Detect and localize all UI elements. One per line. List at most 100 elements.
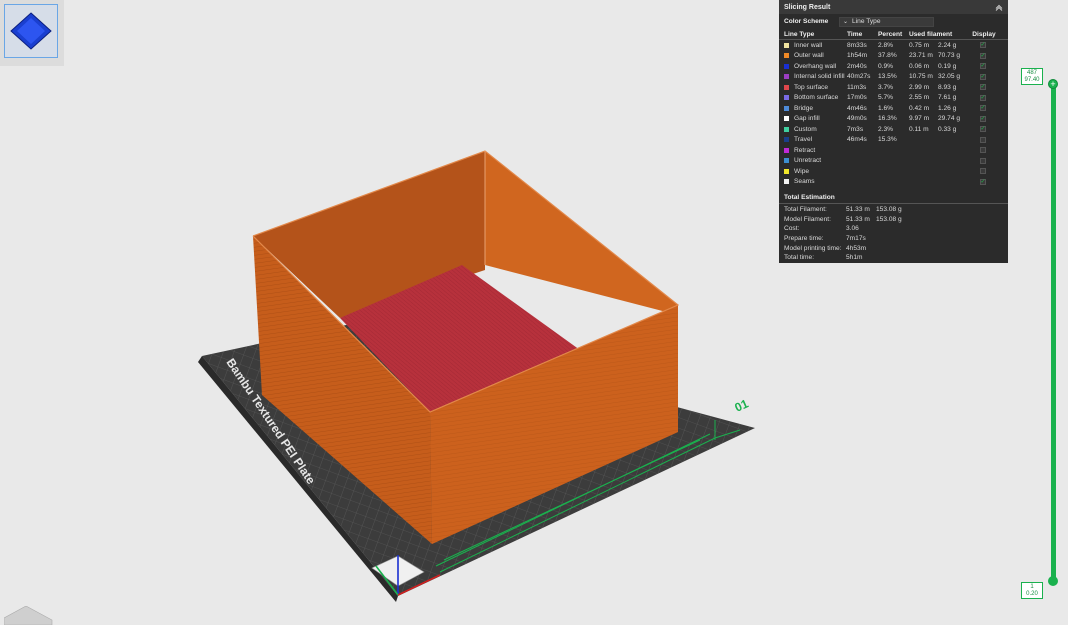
length-cell: 0.11 m xyxy=(909,125,929,133)
color-scheme-select[interactable]: ⌄ Line Type xyxy=(839,16,934,27)
line-type-row: Retract xyxy=(779,145,1008,156)
col-used-filament: Used filament xyxy=(909,30,953,38)
length-cell: 10.75 m xyxy=(909,73,933,81)
line-type-row: Overhang wall 2m40s 0.9% 0.06 m 0.19 g ✓ xyxy=(779,61,1008,72)
time-cell: 49m0s xyxy=(847,115,867,123)
display-checkbox[interactable] xyxy=(980,136,986,143)
line-type-cell: Travel xyxy=(784,136,847,143)
top-layer-number: 487 xyxy=(1026,70,1037,76)
display-checkbox[interactable]: ✓ xyxy=(980,178,986,185)
display-checkbox[interactable]: ✓ xyxy=(980,63,986,70)
line-type-name: Bridge xyxy=(794,104,814,112)
length-cell: 2.55 m xyxy=(909,94,930,102)
top-layer-handle[interactable]: + xyxy=(1048,79,1058,89)
top-layer-height: 97.40 xyxy=(1024,77,1040,83)
line-type-name: Top surface xyxy=(794,83,829,91)
weight-cell: 29.74 g xyxy=(938,115,960,123)
total-row: Total time: 5h1m xyxy=(779,253,1008,263)
display-checkbox[interactable] xyxy=(980,168,986,175)
layer-slider-track[interactable] xyxy=(1051,84,1056,581)
display-checkbox[interactable]: ✓ xyxy=(980,52,986,59)
line-type-cell: Custom xyxy=(784,126,847,133)
total-label: Total Filament: xyxy=(784,206,827,214)
line-type-cell: Internal solid infill xyxy=(784,73,847,80)
display-checkbox[interactable]: ✓ xyxy=(980,94,986,101)
display-cell xyxy=(968,147,998,154)
display-checkbox[interactable]: ✓ xyxy=(980,126,986,133)
collapse-icon[interactable] xyxy=(994,3,1003,12)
bottom-layer-number: 1 xyxy=(1030,584,1034,590)
line-type-row: Bridge 4m46s 1.6% 0.42 m 1.26 g ✓ xyxy=(779,103,1008,114)
line-type-cell: Retract xyxy=(784,147,847,154)
time-cell: 8m33s xyxy=(847,41,867,49)
total-value-2: 153.08 g xyxy=(876,206,902,214)
line-type-swatch xyxy=(784,137,789,143)
time-cell: 4m46s xyxy=(847,104,867,112)
line-type-swatch xyxy=(784,63,789,69)
line-type-name: Wipe xyxy=(794,167,810,175)
percent-cell: 1.6% xyxy=(878,104,894,112)
bottom-layer-handle[interactable] xyxy=(1048,576,1058,586)
total-estimation-rows: Total Filament: 51.33 m 153.08 g Model Fila… xyxy=(779,204,1008,263)
weight-cell: 70.73 g xyxy=(938,52,960,60)
percent-cell: 16.3% xyxy=(878,115,897,123)
display-checkbox[interactable] xyxy=(980,147,986,154)
display-cell: ✓ xyxy=(968,63,998,70)
view-cube-icon[interactable] xyxy=(4,606,54,625)
display-checkbox[interactable]: ✓ xyxy=(980,105,986,112)
display-checkbox[interactable] xyxy=(980,157,986,164)
weight-cell: 32.05 g xyxy=(938,73,960,81)
line-type-row: Wipe xyxy=(779,166,1008,177)
line-type-swatch xyxy=(784,158,789,164)
percent-cell: 13.5% xyxy=(878,73,897,81)
line-type-row: Unretract xyxy=(779,156,1008,167)
line-type-cell: Seams xyxy=(784,178,847,185)
percent-cell: 37.8% xyxy=(878,52,897,60)
line-type-rows: Inner wall 8m33s 2.8% 0.75 m 2.24 g ✓ Outer wa… xyxy=(779,40,1008,187)
display-cell xyxy=(968,136,998,143)
total-value-1: 51.33 m xyxy=(846,215,870,223)
display-checkbox[interactable]: ✓ xyxy=(980,42,986,49)
time-cell: 40m27s xyxy=(847,73,871,81)
total-value-1: 7m17s xyxy=(846,235,866,243)
line-type-cell: Overhang wall xyxy=(784,63,847,70)
top-layer-label: 487 97.40 xyxy=(1021,68,1043,85)
weight-cell: 0.19 g xyxy=(938,62,957,70)
color-scheme-label: Color Scheme xyxy=(784,18,829,25)
line-type-swatch xyxy=(784,179,789,185)
panel-header: Slicing Result xyxy=(779,0,1008,14)
percent-cell: 3.7% xyxy=(878,83,894,91)
time-cell: 2m40s xyxy=(847,62,867,70)
line-type-swatch xyxy=(784,168,789,174)
line-type-swatch xyxy=(784,74,789,80)
length-cell: 2.99 m xyxy=(909,83,930,91)
display-checkbox[interactable]: ✓ xyxy=(980,84,986,91)
line-type-name: Outer wall xyxy=(794,52,824,60)
total-label: Cost: xyxy=(784,225,800,233)
line-type-swatch xyxy=(784,42,789,48)
line-type-row: Gap infill 49m0s 16.3% 9.97 m 29.74 g ✓ xyxy=(779,114,1008,125)
total-value-1: 5h1m xyxy=(846,254,863,262)
line-type-name: Overhang wall xyxy=(794,62,837,70)
display-cell: ✓ xyxy=(968,105,998,112)
line-type-row: Outer wall 1h54m 37.8% 23.71 m 70.73 g ✓ xyxy=(779,51,1008,62)
time-cell: 11m3s xyxy=(847,83,867,91)
display-checkbox[interactable]: ✓ xyxy=(980,115,986,122)
line-type-row: Bottom surface 17m0s 5.7% 2.55 m 7.61 g ✓ xyxy=(779,93,1008,104)
line-type-table-header: Line Type Time Percent Used filament Dis… xyxy=(779,29,1008,40)
time-cell: 46m4s xyxy=(847,136,867,144)
total-value-1: 51.33 m xyxy=(846,206,870,214)
display-cell: ✓ xyxy=(968,94,998,101)
percent-cell: 15.3% xyxy=(878,136,897,144)
time-cell: 1h54m xyxy=(847,52,868,60)
col-line-type: Line Type xyxy=(784,30,815,38)
display-cell: ✓ xyxy=(968,42,998,49)
display-cell: ✓ xyxy=(968,115,998,122)
total-row: Total Filament: 51.33 m 153.08 g xyxy=(779,205,1008,215)
display-cell xyxy=(968,168,998,175)
weight-cell: 0.33 g xyxy=(938,125,957,133)
total-row: Cost: 3.06 xyxy=(779,224,1008,234)
line-type-row: Inner wall 8m33s 2.8% 0.75 m 2.24 g ✓ xyxy=(779,40,1008,51)
display-checkbox[interactable]: ✓ xyxy=(980,73,986,80)
length-cell: 0.06 m xyxy=(909,62,930,70)
